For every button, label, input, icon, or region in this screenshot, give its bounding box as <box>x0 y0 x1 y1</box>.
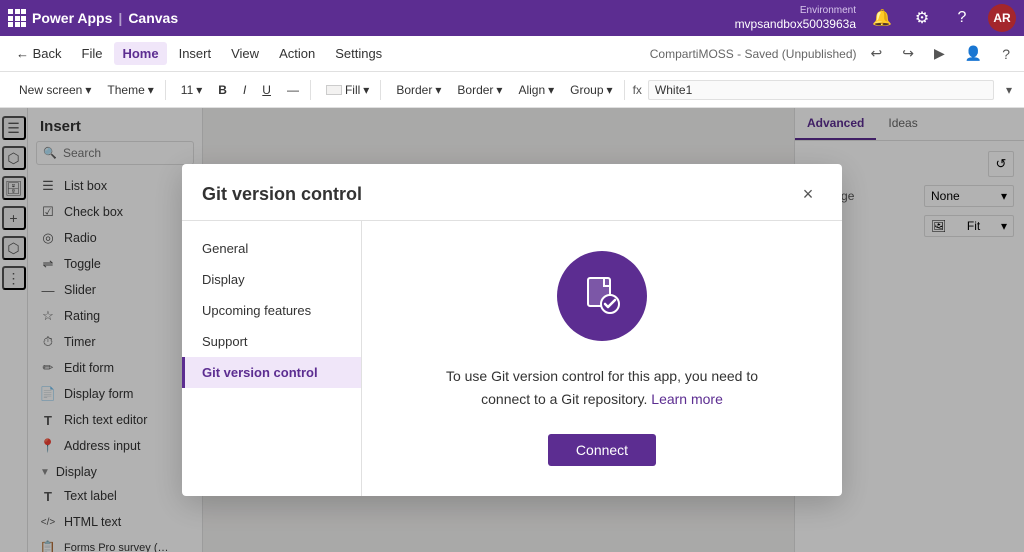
fx-label: fx <box>633 83 642 97</box>
notifications-button[interactable]: 🔔 <box>868 4 896 32</box>
user-button[interactable]: 👤 <box>959 41 988 66</box>
app-type: Canvas <box>128 10 178 26</box>
settings-menu[interactable]: Settings <box>327 42 390 65</box>
nav-support[interactable]: Support <box>182 326 361 357</box>
env-label: Environment <box>800 5 856 17</box>
grid-icon <box>8 9 26 27</box>
dash-button[interactable]: — <box>280 80 306 100</box>
view-menu[interactable]: View <box>223 42 267 65</box>
fill-group: Fill ▾ <box>315 80 381 100</box>
help-button[interactable]: ? <box>948 4 976 32</box>
connect-button[interactable]: Connect <box>548 434 656 466</box>
preview-button[interactable]: ▶ <box>928 41 951 66</box>
settings-nav: General Display Upcoming features Suppor… <box>182 221 362 496</box>
screen-group: New screen ▾ Theme ▾ <box>8 80 166 100</box>
fill-indicator <box>326 85 342 95</box>
italic-button[interactable]: I <box>236 80 253 100</box>
menu-bar-right: CompartiMOSS - Saved (Unpublished) ↩ ↪ ▶… <box>650 41 1016 66</box>
settings-description: To use Git version control for this app,… <box>442 365 762 410</box>
toolbar: New screen ▾ Theme ▾ 11 ▾ B I U — Fill ▾… <box>0 72 1024 108</box>
main-area: ☰ ⬡ 🗄 + ⬡ ⋮ Insert 🔍 ☰ List box ☑ Check … <box>0 108 1024 552</box>
nav-display[interactable]: Display <box>182 264 361 295</box>
home-menu[interactable]: Home <box>114 42 166 65</box>
avatar[interactable]: AR <box>988 4 1016 32</box>
bold-button[interactable]: B <box>211 80 234 100</box>
learn-more-link[interactable]: Learn more <box>651 391 723 407</box>
file-menu[interactable]: File <box>74 42 111 65</box>
settings-modal: Git version control × General Display Up… <box>182 164 842 496</box>
new-screen-button[interactable]: New screen ▾ <box>12 80 98 100</box>
top-bar: Power Apps | Canvas Environment mvpsandb… <box>0 0 1024 36</box>
action-menu[interactable]: Action <box>271 42 323 65</box>
app-separator: | <box>118 10 122 26</box>
formula-bar <box>648 80 994 100</box>
group-button[interactable]: Group ▾ <box>563 80 619 100</box>
modal-title: Git version control <box>202 184 362 205</box>
border-button[interactable]: Border ▾ <box>389 80 448 100</box>
modal-body: General Display Upcoming features Suppor… <box>182 221 842 496</box>
back-button[interactable]: ← Back <box>8 42 70 65</box>
app-name: Power Apps <box>32 10 112 26</box>
theme-button[interactable]: Theme ▾ <box>100 80 160 100</box>
font-group: 11 ▾ B I U — <box>170 80 311 100</box>
formula-group: fx <box>629 80 998 100</box>
nav-git-version-control[interactable]: Git version control <box>182 357 361 388</box>
undo-button[interactable]: ↩ <box>865 41 889 66</box>
git-content: To use Git version control for this app,… <box>362 221 842 496</box>
nav-upcoming-features[interactable]: Upcoming features <box>182 295 361 326</box>
save-status: CompartiMOSS - Saved (Unpublished) <box>650 47 857 61</box>
underline-button[interactable]: U <box>255 80 278 100</box>
formula-input[interactable] <box>655 83 987 97</box>
env-name: mvpsandbox5003963a <box>735 17 856 31</box>
redo-button[interactable]: ↪ <box>896 41 920 66</box>
font-size-button[interactable]: 11 ▾ <box>174 80 210 100</box>
more-button[interactable]: ▾ <box>1002 79 1016 101</box>
modal-header: Git version control × <box>182 164 842 221</box>
help2-button[interactable]: ? <box>996 42 1016 66</box>
border2-button[interactable]: Border ▾ <box>450 80 509 100</box>
modal-overlay: Git version control × General Display Up… <box>0 108 1024 552</box>
fill-button[interactable]: Fill ▾ <box>319 80 376 100</box>
settings-button[interactable]: ⚙ <box>908 4 936 32</box>
insert-menu[interactable]: Insert <box>171 42 220 65</box>
git-icon-circle <box>557 251 647 341</box>
align-button[interactable]: Align ▾ <box>511 80 561 100</box>
git-svg-icon <box>578 272 626 320</box>
top-bar-right: Environment mvpsandbox5003963a 🔔 ⚙ ? AR <box>735 4 1016 32</box>
menu-bar: ← Back File Home Insert View Action Sett… <box>0 36 1024 72</box>
modal-close-button[interactable]: × <box>794 180 822 208</box>
border-group: Border ▾ Border ▾ Align ▾ Group ▾ <box>385 80 624 100</box>
nav-general[interactable]: General <box>182 233 361 264</box>
app-logo: Power Apps | Canvas <box>8 9 178 27</box>
environment-info: Environment mvpsandbox5003963a <box>735 5 856 31</box>
